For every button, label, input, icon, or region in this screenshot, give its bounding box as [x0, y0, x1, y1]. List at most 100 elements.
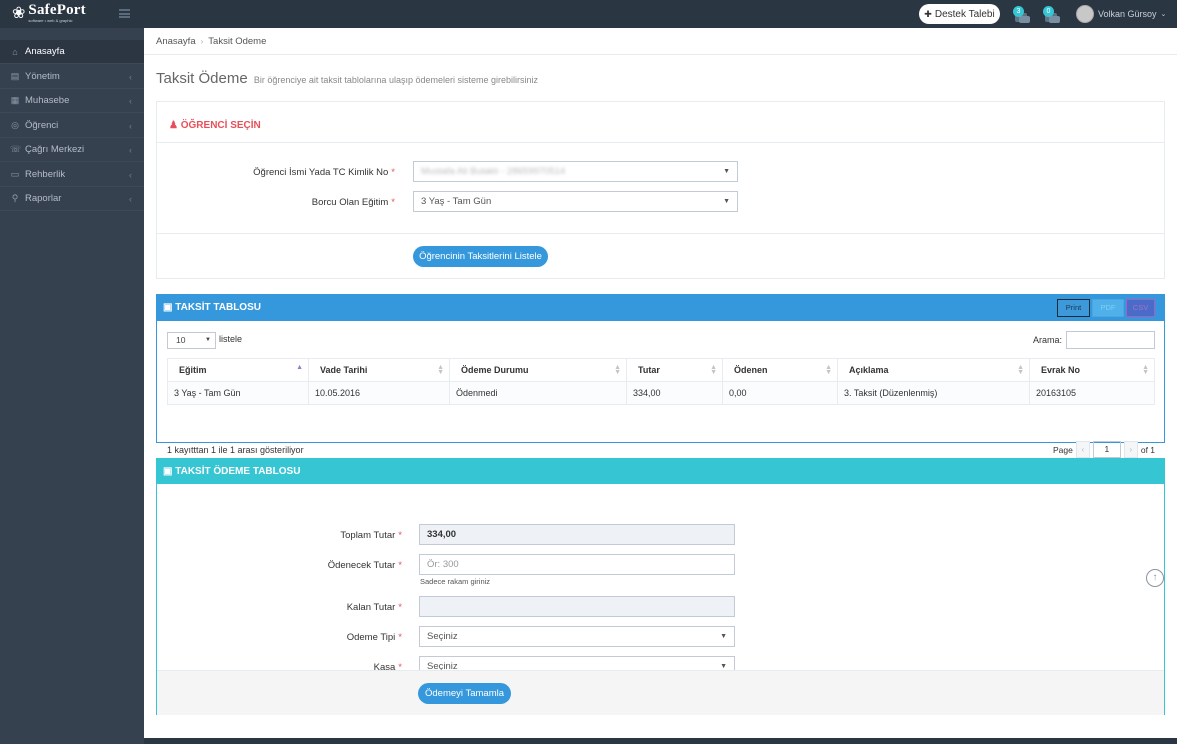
search-input[interactable] — [1066, 331, 1155, 349]
scroll-to-top-icon[interactable]: ↑ — [1146, 569, 1164, 587]
page-title: Taksit Ödeme Bir öğrenciye ait taksit ta… — [156, 70, 538, 87]
sidebar: ⌂ Anasayfa ▤ Yönetim ‹ ▦ Muhasebe ‹ ◎ Öğ… — [0, 28, 144, 744]
menu-toggle-icon[interactable] — [119, 9, 130, 18]
sort-icon: ▲ ▼ — [614, 364, 621, 376]
education-select-value: 3 Yaş - Tam Gün — [421, 196, 492, 207]
sort-asc-icon: ▲ — [296, 364, 303, 371]
money-icon: ▣ — [163, 302, 173, 313]
avatar — [1076, 5, 1094, 23]
page-number-input[interactable]: 1 — [1092, 441, 1121, 458]
table-row[interactable]: 3 Yaş - Tam Gün 10.05.2016 Ödenmedi 334,… — [167, 381, 1155, 405]
column-header-vade-tarihi[interactable]: Vade Tarihi ▲ ▼ — [308, 358, 450, 382]
student-select[interactable]: Mustafa Ali Bulaklı - 28659970514 ▼ — [413, 161, 738, 182]
required-marker: * — [391, 197, 395, 208]
sidebar-item-label: Muhasebe — [25, 95, 70, 106]
home-icon: ⌂ — [12, 46, 18, 57]
caret-down-icon: ▼ — [723, 198, 730, 205]
csv-button[interactable]: CSV — [1126, 299, 1155, 317]
user-menu[interactable]: Volkan Gürsoy ⌄ — [1076, 5, 1166, 23]
sidebar-item-label: Çağrı Merkezi — [25, 144, 85, 155]
sidebar-item-ogrenci[interactable]: ◎ Öğrenci ‹ — [0, 114, 144, 138]
divider — [157, 142, 1164, 143]
column-header-evrak-no[interactable]: Evrak No ▲ ▼ — [1029, 358, 1155, 382]
lotus-logo-icon: ❀ — [12, 5, 26, 22]
chevron-down-icon: ⌄ — [1160, 11, 1167, 18]
call-center-icon: ☏ — [10, 144, 22, 154]
logo-name: SafePort — [28, 2, 86, 18]
payment-type-select[interactable]: Seçiniz ▼ — [419, 626, 735, 647]
page-length-value: 10 — [176, 335, 186, 345]
column-header-odenen[interactable]: Ödenen ▲ ▼ — [722, 358, 838, 382]
user-icon: ♟ — [169, 120, 178, 131]
payment-panel: ▣ TAKSİT ÖDEME TABLOSU Toplam Tutar * 334… — [156, 458, 1165, 715]
divider — [144, 54, 1177, 55]
required-marker: * — [398, 560, 402, 571]
column-header-label: Ödeme Durumu — [461, 365, 529, 375]
breadcrumb-home[interactable]: Anasayfa — [156, 36, 196, 47]
divider — [157, 233, 1164, 234]
sort-icon: ▲ ▼ — [825, 364, 832, 376]
breadcrumb: Anasayfa › Taksit Odeme — [156, 36, 266, 47]
student-field-label: Öğrenci İsmi Yada TC Kimlik No * — [207, 167, 395, 178]
money-icon: ▣ — [163, 466, 173, 477]
breadcrumb-current: Taksit Odeme — [208, 36, 267, 47]
sidebar-item-label: Yönetim — [25, 71, 60, 82]
column-header-aciklama[interactable]: Açıklama ▲ ▼ — [837, 358, 1030, 382]
table-cell: Ödenmedi — [449, 381, 627, 405]
chevron-left-icon: ‹ — [129, 144, 132, 155]
app-logo[interactable]: ❀ SafePort software • web & graphic — [12, 3, 86, 23]
sidebar-item-raporlar[interactable]: ⚲ Raporlar ‹ — [0, 187, 144, 211]
student-select-title-text: ÖĞRENCİ SEÇİN — [180, 120, 261, 131]
table-cell: 0,00 — [722, 381, 838, 405]
payment-panel-title: TAKSİT ÖDEME TABLOSU — [175, 466, 301, 477]
student-select-value: Mustafa Ali Bulaklı - 28659970514 — [421, 166, 566, 177]
remaining-amount-field — [419, 596, 735, 617]
prev-page-button[interactable]: ‹ — [1075, 441, 1090, 458]
sidebar-item-anasayfa[interactable]: ⌂ Anasayfa — [0, 40, 144, 64]
reports-icon: ⚲ — [11, 193, 19, 203]
total-amount-field: 334,00 — [419, 524, 735, 545]
education-field-label: Borcu Olan Eğitim * — [207, 197, 395, 208]
column-header-tutar[interactable]: Tutar ▲ ▼ — [626, 358, 723, 382]
required-marker: * — [398, 602, 402, 613]
education-select[interactable]: 3 Yaş - Tam Gün ▼ — [413, 191, 738, 212]
sidebar-item-yonetim[interactable]: ▤ Yönetim ‹ — [0, 65, 144, 89]
column-header-label: Eğitim — [179, 365, 207, 375]
guidance-icon: ▭ — [10, 169, 20, 179]
page-length-suffix: listele — [219, 334, 243, 344]
top-navbar: ❀ SafePort software • web & graphic ✚ De… — [0, 0, 1177, 28]
remaining-amount-label-text: Kalan Tutar — [346, 602, 396, 613]
page-title-text: Taksit Ödeme — [156, 70, 248, 87]
column-header-label: Tutar — [638, 365, 660, 375]
complete-payment-button[interactable]: Ödemeyi Tamamla — [418, 683, 511, 704]
main-content: Anasayfa › Taksit Odeme Taksit Ödeme Bir ö… — [144, 28, 1177, 738]
column-header-odeme-durumu[interactable]: Ödeme Durumu ▲ ▼ — [449, 358, 627, 382]
lifebuoy-icon: ✚ — [924, 8, 932, 19]
sort-icon: ▲ ▼ — [710, 364, 717, 376]
sidebar-item-rehberlik[interactable]: ▭ Rehberlik ‹ — [0, 163, 144, 187]
messages-notification[interactable]: 3 — [1013, 6, 1033, 24]
sidebar-item-label: Anasayfa — [25, 46, 65, 57]
pdf-button[interactable]: PDF — [1092, 299, 1124, 317]
installment-table-header: ▣ TAKSİT TABLOSU — [157, 295, 1164, 321]
list-installments-button[interactable]: Öğrencinin Taksitlerini Listele — [413, 246, 548, 267]
chat-notification[interactable]: 0 — [1043, 6, 1063, 24]
payment-panel-footer: Ödemeyi Tamamla — [157, 670, 1164, 715]
next-page-button[interactable]: › — [1123, 441, 1138, 458]
print-button[interactable]: Print — [1057, 299, 1090, 317]
page-length-select[interactable]: 10 ▼ — [167, 332, 216, 349]
page-footer — [144, 738, 1177, 744]
sidebar-item-cagri-merkezi[interactable]: ☏ Çağrı Merkezi ‹ — [0, 138, 144, 162]
user-name: Volkan Gürsoy — [1098, 9, 1157, 19]
column-header-egitim[interactable]: Eğitim ▲ — [167, 358, 309, 382]
installment-table-title: TAKSİT TABLOSU — [175, 302, 261, 313]
sidebar-item-label: Raporlar — [25, 193, 62, 204]
pay-amount-input[interactable]: Ör: 300 — [419, 554, 735, 575]
notification-badge: 3 — [1013, 6, 1024, 17]
sidebar-item-muhasebe[interactable]: ▦ Muhasebe ‹ — [0, 89, 144, 113]
page-subtitle: Bir öğrenciye ait taksit tablolarına ula… — [253, 75, 538, 85]
support-request-button[interactable]: ✚ Destek Talebi — [919, 4, 1000, 24]
required-marker: * — [398, 632, 402, 643]
column-header-label: Evrak No — [1041, 365, 1081, 375]
caret-down-icon: ▼ — [723, 168, 730, 175]
